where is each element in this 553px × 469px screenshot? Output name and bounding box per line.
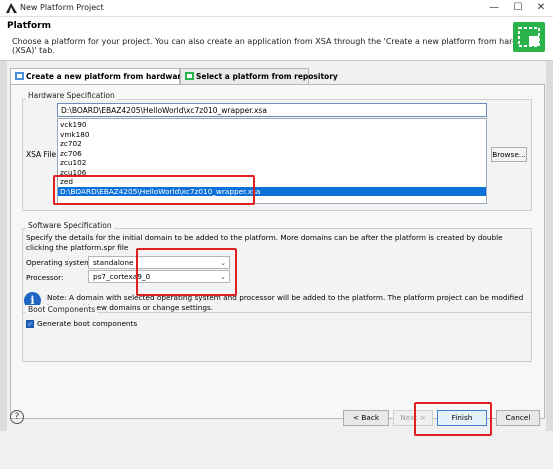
highlight-finish: [414, 402, 492, 436]
software-spec-label: Software Specification: [26, 221, 114, 230]
wizard-header: Platform Choose a platform for your proj…: [0, 17, 553, 61]
xsa-option[interactable]: zcu102: [58, 158, 486, 168]
maximize-button[interactable]: ☐: [507, 1, 529, 15]
tab-create-from-xsa[interactable]: Create a new platform from hardware (XSA…: [10, 68, 213, 84]
page-title: Platform: [7, 21, 51, 31]
xsa-file-label: XSA File:: [26, 150, 59, 159]
minimize-button[interactable]: —: [483, 1, 505, 15]
help-icon[interactable]: ?: [10, 410, 24, 424]
hardware-spec-label: Hardware Specification: [26, 91, 117, 100]
close-button[interactable]: ✕: [530, 1, 552, 15]
generate-boot-checkbox[interactable]: ✓: [26, 320, 34, 328]
os-value: standalone: [93, 258, 134, 267]
xsa-option[interactable]: zc702: [58, 139, 486, 149]
xsa-option[interactable]: zc706: [58, 149, 486, 159]
left-border: [0, 61, 7, 431]
software-spec-description: Specify the details for the initial doma…: [26, 233, 503, 252]
xsa-file-input[interactable]: D:\BOARD\EBAZ4205\HelloWorld\xc7z010_wra…: [57, 103, 487, 117]
highlight-os-processor: [136, 248, 237, 296]
platform-wizard-icon: [513, 22, 545, 52]
right-border: [546, 61, 553, 431]
xsa-option[interactable]: vmk180: [58, 130, 486, 140]
xsa-option[interactable]: vck190: [58, 120, 486, 130]
window-title: New Platform Project: [20, 3, 104, 12]
new-platform-project-dialog: New Platform Project — ☐ ✕ Platform Choo…: [0, 0, 553, 469]
highlight-xsa-selection: [53, 175, 255, 205]
tab-select-from-repository[interactable]: Select a platform from repository: [180, 68, 338, 84]
processor-label: Processor:: [26, 273, 64, 282]
cancel-button[interactable]: Cancel: [496, 410, 540, 426]
domain-note: Note: A domain with selected operating s…: [47, 293, 524, 312]
page-description: Choose a platform for your project. You …: [12, 37, 537, 55]
generate-boot-label: Generate boot components: [37, 319, 138, 328]
boot-components-label: Boot Components: [26, 305, 98, 314]
browse-button[interactable]: Browse...: [491, 147, 527, 162]
hardware-icon: [15, 72, 24, 80]
title-bar: New Platform Project — ☐ ✕: [0, 0, 553, 17]
tab-label: Select a platform from repository: [196, 72, 338, 81]
back-button[interactable]: < Back: [343, 410, 389, 426]
os-label: Operating system:: [26, 258, 94, 267]
app-icon: [6, 3, 17, 13]
repository-icon: [185, 72, 194, 80]
